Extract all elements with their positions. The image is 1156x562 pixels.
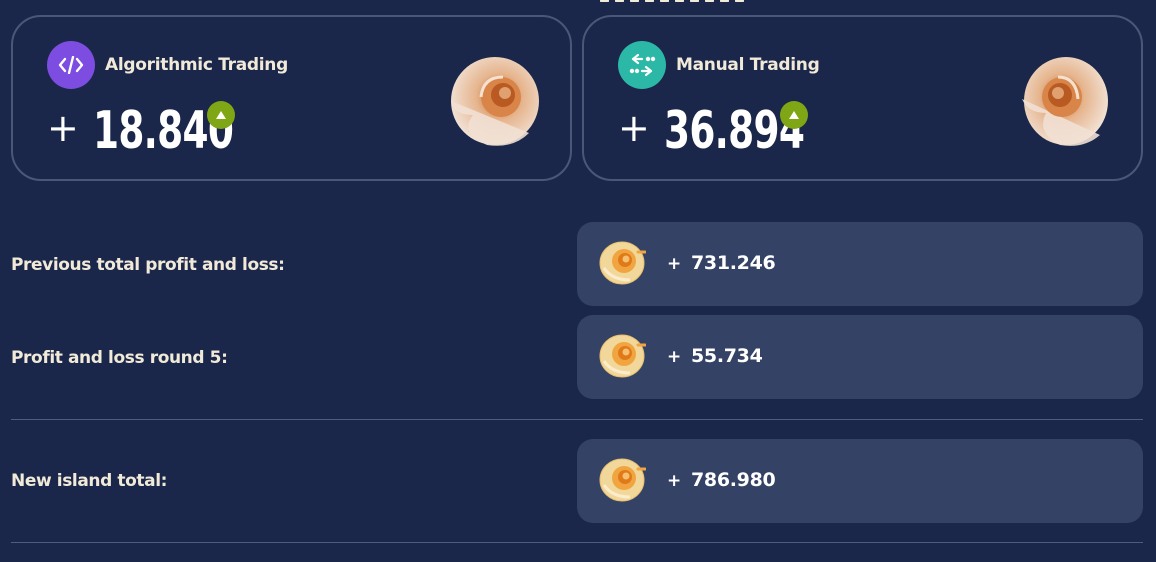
shell-icon	[451, 57, 539, 146]
shell-icon	[599, 334, 646, 378]
new-island-total-label: New island total:	[11, 471, 168, 491]
card-title: Manual Trading	[676, 55, 820, 75]
plus-sign: +	[667, 254, 682, 274]
plus-sign: +	[47, 106, 79, 150]
plus-sign: +	[667, 347, 682, 367]
manual-trading-card: Manual Trading + 36.894	[582, 15, 1143, 181]
results-panel: Algorithmic Trading + 18.840 Manual Trad…	[0, 0, 1156, 562]
trend-up-icon	[780, 101, 808, 129]
round-profit-value: 55.734	[691, 345, 763, 367]
code-icon	[47, 41, 95, 89]
cropped-heading-fragment	[600, 0, 780, 2]
plus-sign: +	[667, 471, 682, 491]
shell-icon	[1022, 57, 1108, 146]
round-profit-label: Profit and loss round 5:	[11, 348, 228, 368]
new-island-total-value: 786.980	[691, 469, 776, 491]
new-island-total-value-box: + 786.980	[577, 439, 1143, 523]
card-title: Algorithmic Trading	[105, 55, 288, 75]
shell-icon	[599, 241, 646, 285]
divider	[11, 542, 1143, 543]
algorithmic-trading-card: Algorithmic Trading + 18.840	[11, 15, 572, 181]
previous-total-label: Previous total profit and loss:	[11, 255, 285, 275]
trend-up-icon	[207, 101, 235, 129]
round-profit-value-box: + 55.734	[577, 315, 1143, 399]
card-value-row: + 18.840	[47, 97, 288, 157]
card-value-row: + 36.894	[618, 97, 859, 157]
plus-sign: +	[618, 106, 650, 150]
previous-total-value: 731.246	[691, 252, 776, 274]
divider	[11, 419, 1143, 420]
swap-icon	[618, 41, 666, 89]
shell-icon	[599, 458, 646, 502]
previous-total-value-box: + 731.246	[577, 222, 1143, 306]
